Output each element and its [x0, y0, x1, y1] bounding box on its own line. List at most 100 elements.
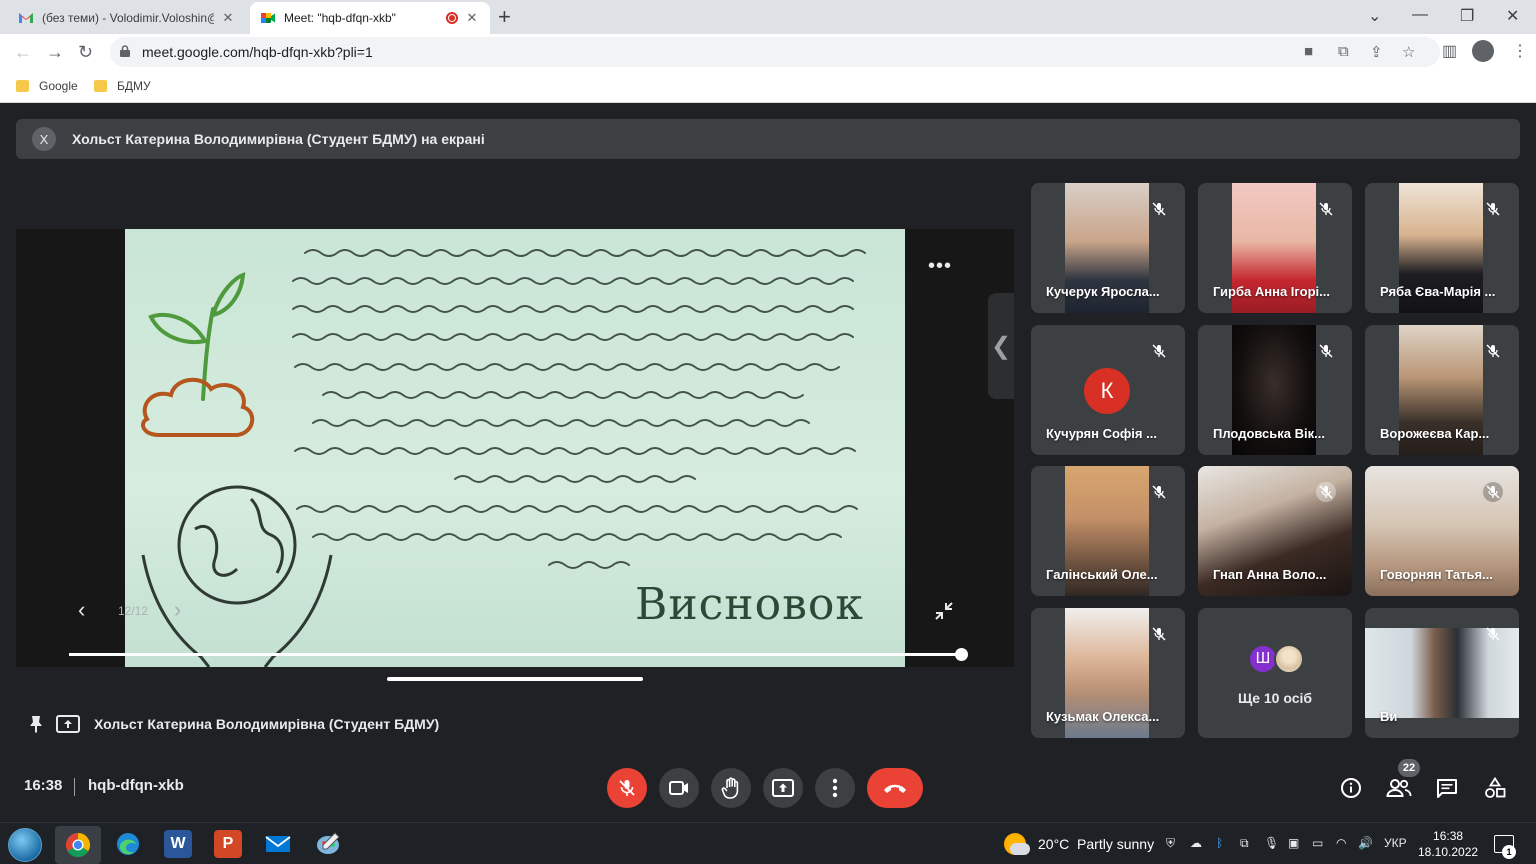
menu-icon[interactable]: ⋮ — [1512, 42, 1528, 62]
side-panel-icon[interactable]: ▥ — [1442, 42, 1457, 62]
close-banner-button[interactable]: X — [32, 127, 56, 151]
tab-gmail[interactable]: (без теми) - Volodimir.Voloshin@ ✕ — [8, 2, 246, 34]
hang-up-icon — [884, 784, 906, 793]
security-icon[interactable]: ⛨ — [1166, 836, 1175, 851]
display-icon[interactable]: ▣ — [1288, 836, 1299, 850]
exit-fullscreen-icon[interactable] — [934, 601, 954, 621]
start-button[interactable] — [8, 828, 42, 862]
chat-icon[interactable] — [1434, 775, 1460, 801]
reload-icon[interactable]: ↻ — [78, 42, 93, 62]
leave-call-button[interactable] — [867, 768, 923, 808]
participant-tile[interactable]: К Кучурян Софія ... — [1031, 325, 1185, 455]
chrome-icon — [65, 833, 91, 858]
mic-off-icon — [1483, 199, 1503, 219]
participant-tile[interactable]: Плодовська Вік... — [1198, 325, 1352, 455]
tab-meet[interactable]: Meet: "hqb-dfqn-xkb" ✕ — [250, 2, 490, 34]
next-slide-icon[interactable]: › — [174, 597, 181, 623]
presentation-stage[interactable]: Висновок ••• ❮ ‹ 12/12 › — [16, 229, 1014, 681]
participant-name: Кучурян Софія ... — [1046, 426, 1157, 441]
lock-icon — [120, 45, 130, 57]
divider — [74, 778, 75, 796]
taskbar-powerpoint[interactable]: P — [214, 830, 242, 858]
bookmark-bdmu[interactable]: БДМУ — [94, 79, 151, 93]
new-tab-button[interactable]: + — [498, 6, 511, 28]
translate-icon[interactable]: ⧉ — [1338, 43, 1349, 60]
meeting-details-icon[interactable] — [1338, 775, 1364, 801]
system-clock[interactable]: 16:38 18.10.2022 — [1418, 828, 1478, 860]
taskbar-edge[interactable] — [114, 830, 142, 858]
clock-time: 16:38 — [1433, 829, 1464, 843]
collapse-panel-button[interactable]: ❮ — [988, 293, 1014, 399]
slide-progress-handle[interactable] — [955, 648, 968, 661]
profile-avatar[interactable] — [1472, 40, 1494, 62]
mic-off-icon — [1149, 199, 1169, 219]
forward-icon[interactable]: → — [46, 42, 64, 62]
wifi-icon[interactable]: ◠ — [1336, 836, 1346, 850]
cloud-icon[interactable]: ☁ — [1190, 836, 1202, 850]
present-now-button[interactable] — [763, 768, 803, 808]
close-tab-icon[interactable]: ✕ — [220, 10, 236, 26]
raise-hand-button[interactable] — [711, 768, 751, 808]
taskbar-app[interactable] — [314, 830, 342, 858]
stage-scroll-indicator[interactable] — [387, 677, 643, 681]
camera-in-use-icon[interactable]: ■ — [1304, 43, 1313, 60]
participant-name: Галінський Оле... — [1046, 567, 1158, 582]
participant-name: Ряба Єва-Марія ... — [1380, 284, 1496, 299]
bluetooth-icon[interactable]: ᛒ — [1216, 836, 1223, 850]
participant-name: Плодовська Вік... — [1213, 426, 1325, 441]
tab-search-icon[interactable]: ⌄ — [1368, 6, 1381, 26]
bookmarks-bar: Google БДМУ — [0, 71, 1536, 103]
camera-icon — [669, 781, 688, 795]
toggle-mic-button[interactable] — [607, 768, 647, 808]
more-options-button[interactable] — [815, 768, 855, 808]
browser-toolbar: ← → ↻ meet.google.com/hqb-dfqn-xkb?pli=1… — [0, 34, 1536, 71]
share-icon[interactable]: ⇪ — [1370, 43, 1383, 61]
self-tile[interactable]: Ви — [1365, 608, 1519, 738]
address-bar[interactable]: meet.google.com/hqb-dfqn-xkb?pli=1 ■ ⧉ ⇪… — [110, 37, 1440, 67]
language-indicator[interactable]: УКР — [1384, 836, 1407, 850]
windows-taskbar: W P 20°C Partly sunny ⛨ ☁ ᛒ ⧉ 🎙 ▣ ▭ ◠ 🔊 … — [0, 822, 1536, 864]
battery-icon[interactable]: ▭ — [1312, 836, 1323, 850]
previous-slide-icon[interactable]: ‹ — [78, 597, 85, 623]
participant-tile[interactable]: Галінський Оле... — [1031, 466, 1185, 596]
participant-tile[interactable]: Гнап Анна Воло... — [1198, 466, 1352, 596]
toggle-camera-button[interactable] — [659, 768, 699, 808]
device-icon[interactable]: ⧉ — [1240, 836, 1249, 851]
weather-widget[interactable]: 20°C Partly sunny — [1004, 833, 1154, 855]
people-icon[interactable] — [1386, 775, 1412, 801]
taskbar-chrome[interactable] — [55, 826, 101, 864]
mic-off-icon — [1149, 482, 1169, 502]
pin-icon[interactable] — [26, 714, 46, 734]
activities-icon[interactable] — [1482, 775, 1508, 801]
taskbar-word[interactable]: W — [164, 830, 192, 858]
minimize-button[interactable]: — — [1412, 6, 1428, 24]
volume-icon[interactable]: 🔊 — [1358, 836, 1373, 850]
more-participants-tile[interactable]: Ш Ще 10 осіб — [1198, 608, 1352, 738]
taskbar-mail[interactable] — [264, 830, 292, 858]
partly-sunny-icon — [1004, 833, 1030, 855]
recording-icon — [446, 12, 458, 24]
bookmark-star-icon[interactable]: ☆ — [1402, 43, 1415, 61]
restore-button[interactable]: ❐ — [1460, 6, 1474, 26]
slide-heading: Висновок — [635, 579, 864, 630]
slide-progress-bar[interactable] — [69, 653, 962, 656]
close-window-button[interactable]: ✕ — [1506, 6, 1519, 26]
back-icon[interactable]: ← — [14, 42, 32, 62]
microphone-icon[interactable]: 🎙 — [1264, 836, 1279, 850]
mic-off-icon — [1316, 341, 1336, 361]
edge-icon — [117, 833, 139, 855]
presenter-label: Хольст Катерина Володимирівна (Студент Б… — [26, 712, 439, 736]
presenting-banner: X Хольст Катерина Володимирівна (Студент… — [16, 119, 1520, 159]
participant-name: Ворожеєва Кар... — [1380, 426, 1490, 441]
participant-tile[interactable]: Кучерук Яросла... — [1031, 183, 1185, 313]
participant-tile[interactable]: Гирба Анна Ігорі... — [1198, 183, 1352, 313]
participant-tile[interactable]: Кузьмак Олекса... — [1031, 608, 1185, 738]
slide: Висновок — [125, 229, 905, 667]
close-tab-icon[interactable]: ✕ — [464, 10, 480, 26]
participant-tile[interactable]: Говорнян Татья... — [1365, 466, 1519, 596]
folder-icon — [16, 80, 29, 92]
bookmark-google[interactable]: Google — [16, 79, 78, 93]
more-options-icon[interactable]: ••• — [928, 255, 952, 278]
participant-tile[interactable]: Ряба Єва-Марія ... — [1365, 183, 1519, 313]
participant-tile[interactable]: Ворожеєва Кар... — [1365, 325, 1519, 455]
